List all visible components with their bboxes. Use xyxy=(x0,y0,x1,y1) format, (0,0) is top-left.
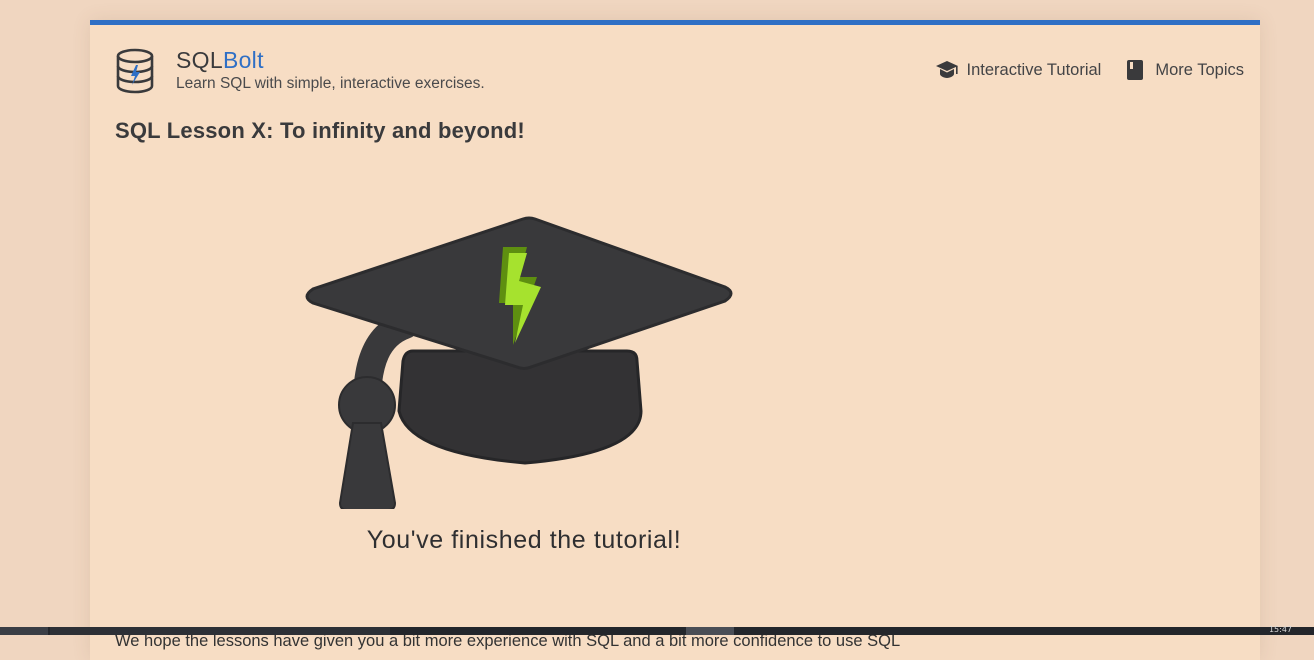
taskbar-active-app[interactable] xyxy=(686,627,734,635)
nav-more-topics[interactable]: More Topics xyxy=(1123,59,1244,81)
nav-interactive-tutorial-label: Interactive Tutorial xyxy=(967,61,1102,80)
site-header: SQLBolt Learn SQL with simple, interacti… xyxy=(115,47,1244,97)
brand-subtitle: Learn SQL with simple, interactive exerc… xyxy=(176,74,485,94)
lesson-title: SQL Lesson X: To infinity and beyond! xyxy=(115,118,525,144)
graduation-cap-bolt-icon xyxy=(305,213,743,509)
database-bolt-icon[interactable] xyxy=(115,48,155,94)
brand-title-sql: SQL xyxy=(176,47,223,73)
top-nav: Interactive Tutorial More Topics xyxy=(935,59,1244,81)
graduation-cap-icon xyxy=(935,59,959,81)
taskbar-clock[interactable]: 15:47 xyxy=(1269,625,1292,635)
finished-message: You've finished the tutorial! xyxy=(260,526,788,555)
taskbar-search-box[interactable] xyxy=(50,627,390,635)
book-icon xyxy=(1123,59,1147,81)
taskbar-start-button[interactable] xyxy=(0,627,48,635)
brand[interactable]: SQLBolt Learn SQL with simple, interacti… xyxy=(176,47,485,94)
os-taskbar: 15:47 xyxy=(0,627,1314,635)
nav-interactive-tutorial[interactable]: Interactive Tutorial xyxy=(935,59,1102,81)
page-card: SQLBolt Learn SQL with simple, interacti… xyxy=(90,20,1260,660)
brand-title[interactable]: SQLBolt xyxy=(176,47,485,73)
brand-title-bolt: Bolt xyxy=(223,47,264,73)
nav-more-topics-label: More Topics xyxy=(1155,61,1244,80)
